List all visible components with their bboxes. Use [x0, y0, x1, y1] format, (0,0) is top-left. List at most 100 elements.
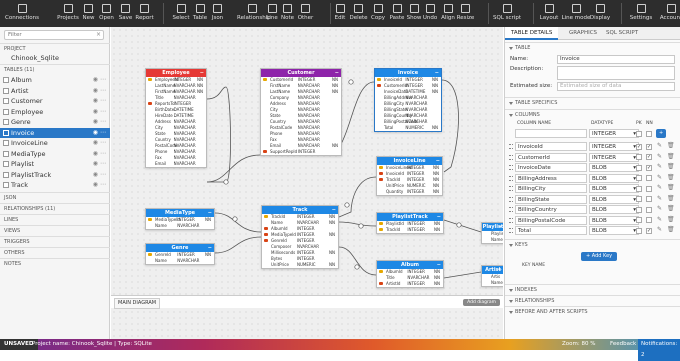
account-button[interactable]: Account — [658, 0, 680, 27]
sql-script-button[interactable]: SQL script — [492, 0, 522, 27]
drag-handle-icon[interactable] — [509, 196, 513, 202]
more-icon[interactable]: ⋯ — [100, 149, 106, 159]
entity-column[interactable]: Name — [482, 280, 503, 286]
column-type-select[interactable]: INTEGER ▾ — [589, 152, 639, 162]
more-icon[interactable]: ⋯ — [100, 107, 106, 117]
tables-section-header[interactable]: TABLES (11) — [0, 64, 110, 74]
entity-mediatype[interactable]: MediaType − MediaTypeId INTEGER NN Name NVARCH… — [145, 208, 215, 230]
projects-button[interactable]: Projects — [56, 0, 80, 27]
add-key-button[interactable]: + Add Key — [581, 252, 618, 261]
description-input[interactable] — [557, 66, 675, 80]
delete-icon[interactable]: 🗑 — [667, 174, 675, 181]
sidebar-section-views[interactable]: VIEWS — [0, 225, 110, 235]
relationship-marker[interactable] — [223, 179, 229, 185]
notifications-link[interactable]: Notifications: 2 — [638, 339, 680, 361]
entity-column[interactable]: Name NVARCHAR — [146, 258, 214, 264]
table-checkbox[interactable] — [3, 108, 9, 115]
entity-column[interactable]: Email NVARCHAR — [146, 161, 206, 167]
sidebar-table-playlist[interactable]: Playlist ◉ ⋯ — [0, 159, 110, 169]
entity-invoice[interactable]: Invoice − InvoiceId INTEGER NN CustomerId INTE… — [374, 68, 442, 132]
entity-playlist[interactable]: Playlist − Playlis Name — [481, 222, 503, 244]
column-type-select[interactable]: INTEGER ▾ — [589, 142, 639, 151]
collapse-icon[interactable]: − — [208, 244, 212, 252]
table-specifics-section[interactable]: TABLE SPECIFICS — [505, 97, 680, 107]
delete-icon[interactable]: 🗑 — [667, 163, 675, 170]
keys-section-header[interactable]: KEYS — [505, 239, 680, 249]
pk-checkbox[interactable] — [636, 164, 642, 171]
sidebar-table-employee[interactable]: Employee ◉ ⋯ — [0, 107, 110, 117]
entity-column[interactable]: TrackId INTEGER NN — [377, 227, 443, 233]
relationship-marker[interactable] — [358, 223, 364, 229]
pk-checkbox[interactable] — [636, 154, 642, 160]
eye-icon[interactable]: ◉ — [93, 107, 98, 117]
project-name[interactable]: Chinook_Sqlite — [0, 53, 110, 63]
nn-checkbox[interactable] — [646, 206, 652, 213]
eye-icon[interactable]: ◉ — [93, 138, 98, 148]
drag-handle-icon[interactable] — [509, 228, 513, 233]
sidebar-section-lines[interactable]: LINES — [0, 214, 110, 224]
relationship-line[interactable] — [443, 219, 482, 233]
pk-checkbox[interactable] — [636, 175, 642, 181]
more-icon[interactable]: ⋯ — [100, 128, 106, 138]
nn-checkbox[interactable]: ✓ — [646, 227, 652, 234]
nn-checkbox[interactable] — [646, 217, 652, 223]
edit-icon[interactable]: ✎ — [657, 184, 662, 191]
column-type-select[interactable]: BLOB ▾ — [589, 184, 639, 193]
connections-button[interactable]: Connections — [0, 0, 44, 27]
entity-genre[interactable]: Genre − GenreId INTEGER NN Name NVARCHAR — [145, 243, 215, 265]
table-checkbox[interactable] — [3, 171, 9, 178]
column-name-input[interactable]: BillingState — [515, 194, 587, 204]
display-button[interactable]: Display — [589, 0, 611, 27]
layout-button[interactable]: Layout — [539, 0, 559, 27]
sidebar-table-invoice[interactable]: Invoice ◉ ⋯ — [0, 127, 110, 138]
column-type-select[interactable]: BLOB ▾ — [589, 163, 639, 172]
sidebar-table-playlisttrack[interactable]: PlaylistTrack ◉ ⋯ — [0, 170, 110, 180]
relationship-marker[interactable] — [456, 222, 462, 228]
column-name-input[interactable]: InvoiceDate — [515, 163, 587, 172]
delete-button[interactable]: Delete — [347, 0, 370, 27]
pk-checkbox[interactable] — [636, 217, 642, 223]
drag-handle-icon[interactable] — [509, 186, 513, 191]
entity-invoiceline[interactable]: InvoiceLine − InvoiceLineId INTEGER NN Invoic… — [376, 156, 443, 196]
eye-icon[interactable]: ◉ — [93, 117, 98, 127]
delete-icon[interactable]: 🗑 — [667, 153, 675, 160]
entity-column[interactable]: SupportRepId INTEGER — [261, 149, 341, 155]
collapse-icon[interactable]: − — [332, 206, 336, 214]
collapse-icon[interactable]: − — [437, 213, 441, 221]
drag-handle-icon[interactable] — [509, 144, 513, 149]
collapse-icon[interactable]: − — [208, 209, 212, 217]
table-checkbox[interactable] — [3, 87, 9, 94]
sidebar-section-triggers[interactable]: TRIGGERS — [0, 236, 110, 246]
sidebar-section-relationships[interactable]: RELATIONSHIPS (11) — [0, 203, 110, 213]
sidebar-table-album[interactable]: Album ◉ ⋯ — [0, 75, 110, 85]
entity-artist[interactable]: Artist − Artis Name — [481, 265, 503, 287]
sidebar-section-notes[interactable]: NOTES — [0, 258, 110, 268]
sidebar-table-invoiceline[interactable]: InvoiceLine ◉ ⋯ — [0, 138, 110, 148]
edit-icon[interactable]: ✎ — [657, 195, 662, 202]
relationship-marker[interactable] — [348, 79, 354, 85]
relationship-line[interactable] — [443, 271, 482, 279]
entity-employee[interactable]: Employee − EmployeeId INTEGER NN LastName NVAR… — [145, 68, 207, 168]
relationship-line[interactable] — [206, 86, 231, 183]
table-button[interactable]: Table — [190, 0, 210, 27]
collapse-icon[interactable]: − — [437, 261, 441, 269]
collapse-icon[interactable]: − — [200, 69, 204, 77]
delete-icon[interactable]: 🗑 — [667, 226, 675, 233]
entity-column[interactable]: UnitPrice NUMERIC NN — [262, 262, 338, 268]
copy-button[interactable]: Copy — [368, 0, 388, 27]
collapse-icon[interactable]: − — [498, 266, 502, 274]
align-button[interactable]: Align — [439, 0, 457, 27]
resize-button[interactable]: Resize — [456, 0, 475, 27]
tab-main-diagram[interactable]: MAIN DIAGRAM — [114, 298, 161, 309]
nn-checkbox[interactable] — [646, 196, 652, 202]
delete-icon[interactable]: 🗑 — [667, 216, 675, 223]
new-pk-checkbox[interactable] — [636, 130, 642, 137]
more-icon[interactable]: ⋯ — [100, 117, 106, 127]
diagram-canvas[interactable]: Employee − EmployeeId INTEGER NN LastName NVAR… — [111, 27, 503, 339]
sidebar-table-artist[interactable]: Artist ◉ ⋯ — [0, 86, 110, 96]
delete-icon[interactable]: 🗑 — [667, 205, 675, 212]
nn-checkbox[interactable] — [646, 175, 652, 181]
entity-column[interactable]: Quantity INTEGER NN — [377, 189, 442, 195]
zoom-level[interactable]: Zoom: 80 % — [562, 339, 595, 350]
table-checkbox[interactable] — [3, 161, 9, 167]
